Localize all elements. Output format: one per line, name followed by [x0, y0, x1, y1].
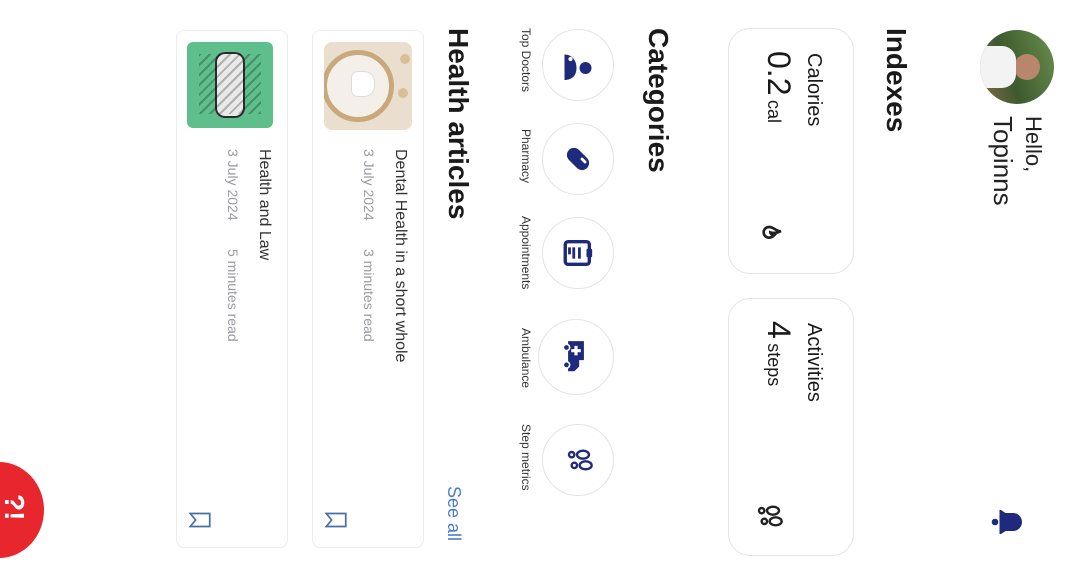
calories-unit: cal	[764, 99, 784, 123]
category-pharmacy[interactable]	[542, 123, 614, 195]
fire-icon	[753, 215, 785, 247]
footsteps-icon	[563, 444, 595, 476]
activities-unit: steps	[764, 343, 784, 387]
article-read-time: 5 minutes read	[225, 249, 241, 342]
article-read-time: 3 minutes read	[361, 249, 377, 342]
bookmark-icon[interactable]	[187, 507, 213, 533]
see-all-link[interactable]: See all	[443, 486, 464, 541]
indexes-title: Indexes	[881, 28, 912, 133]
help-fab-button[interactable]: ?!	[0, 462, 44, 558]
article-title: Dental Health in a short whole	[392, 149, 409, 363]
article-title: Health and Law	[256, 149, 273, 261]
calories-label: Calories	[803, 53, 825, 127]
greeting-hello: Hello,	[1021, 116, 1046, 173]
activities-label: Activities	[803, 323, 825, 402]
calories-card[interactable]: Calories 0.2 cal	[728, 28, 854, 274]
clipboard-icon	[561, 236, 595, 270]
category-ambulance[interactable]	[538, 319, 614, 395]
article-card[interactable]: Dental Health in a short whole 3 July 20…	[312, 30, 424, 548]
category-appointments-label: Appointments	[519, 216, 533, 290]
pill-icon	[561, 142, 595, 176]
notification-bell-icon[interactable]	[988, 504, 1026, 540]
help-icon: ?!	[0, 494, 30, 521]
footsteps-icon	[753, 499, 785, 533]
activities-card[interactable]: Activities 4 steps	[728, 298, 854, 556]
article-thumbnail	[324, 42, 412, 130]
app-screen: Hello, Topinns Indexes Calories 0.2 cal …	[0, 0, 1084, 576]
categories-title: Categories	[643, 28, 674, 173]
greeting-name: Topinns	[988, 116, 1018, 206]
activities-value: 4	[761, 321, 797, 339]
article-date: 3 July 2024	[361, 149, 377, 221]
category-step-metrics[interactable]	[542, 424, 614, 496]
ambulance-icon	[557, 338, 595, 376]
bookmark-icon[interactable]	[323, 507, 349, 533]
category-top-doctors[interactable]	[542, 29, 614, 101]
category-pharmacy-label: Pharmacy	[519, 129, 533, 184]
article-date: 3 July 2024	[225, 149, 241, 221]
category-step-metrics-label: Step metrics	[519, 424, 533, 491]
category-top-doctors-label: Top Doctors	[519, 28, 533, 93]
activities-reading: 4 steps	[760, 321, 797, 386]
article-card[interactable]: Health and Law 3 July 2024 5 minutes rea…	[176, 30, 288, 548]
category-appointments[interactable]	[542, 217, 614, 289]
avatar[interactable]	[980, 30, 1054, 104]
calories-value: 0.2	[761, 51, 797, 96]
article-thumbnail	[187, 42, 273, 128]
health-articles-title: Health articles	[443, 28, 474, 220]
doctor-icon	[560, 47, 596, 83]
calories-reading: 0.2 cal	[760, 51, 797, 123]
category-ambulance-label: Ambulance	[519, 328, 533, 389]
